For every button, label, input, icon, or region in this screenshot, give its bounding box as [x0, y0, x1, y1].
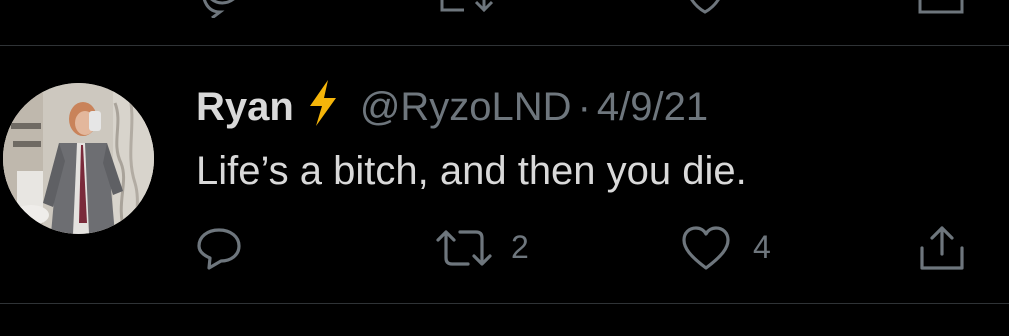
heart-icon[interactable]	[680, 0, 730, 18]
bottom-divider	[0, 303, 1009, 304]
previous-tweet-actions	[0, 0, 1009, 18]
share-icon[interactable]	[916, 0, 966, 18]
tweet[interactable]: Ryan @RyzoLND · 4/9/21 Life’s a bitch, and…	[0, 46, 1009, 302]
avatar[interactable]	[3, 83, 154, 234]
tweet-header: Ryan @RyzoLND · 4/9/21	[196, 80, 708, 130]
reply-icon[interactable]	[195, 224, 243, 272]
retweet-count: 2	[511, 229, 529, 265]
reply-icon[interactable]	[196, 0, 246, 18]
separator-dot: ·	[577, 85, 591, 129]
retweet-icon[interactable]	[434, 0, 494, 18]
lightning-bolt-icon	[309, 80, 336, 126]
display-name[interactable]: Ryan	[196, 85, 294, 129]
heart-icon[interactable]	[680, 224, 732, 272]
share-icon[interactable]	[916, 222, 968, 274]
retweet-icon[interactable]	[434, 224, 494, 272]
avatar-photo	[3, 83, 154, 234]
tweet-date[interactable]: 4/9/21	[597, 85, 708, 129]
tweet-text: Life’s a bitch, and then you die.	[196, 149, 747, 193]
user-handle[interactable]: @RyzoLND	[360, 85, 572, 129]
like-count: 4	[753, 229, 771, 265]
